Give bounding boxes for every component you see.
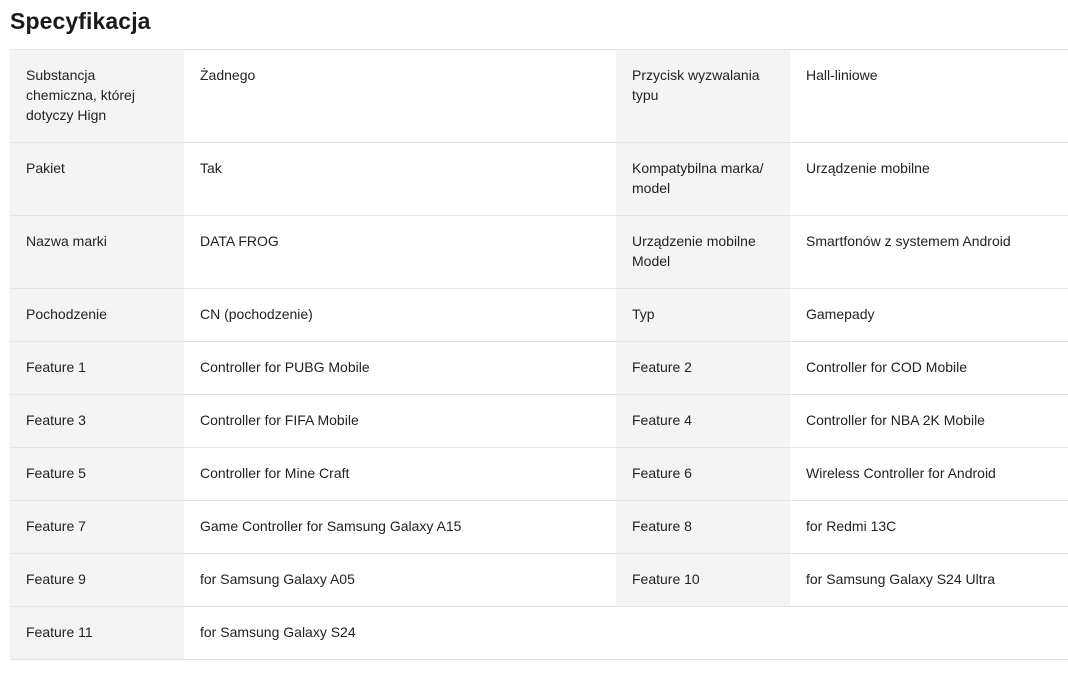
spec-value: Controller for Mine Craft bbox=[184, 447, 616, 501]
spec-key: Typ bbox=[616, 288, 790, 342]
page-title: Specyfikacja bbox=[10, 8, 151, 34]
spec-value: for Samsung Galaxy A05 bbox=[184, 553, 616, 607]
spec-value: Gamepady bbox=[790, 288, 1068, 342]
spec-value: Game Controller for Samsung Galaxy A15 bbox=[184, 500, 616, 554]
spec-key: Feature 8 bbox=[616, 500, 790, 554]
spec-key: Feature 4 bbox=[616, 394, 790, 448]
spec-value: Tak bbox=[184, 142, 616, 216]
spec-row: Substancja chemiczna, której dotyczy Hig… bbox=[10, 49, 1068, 143]
spec-key: Feature 2 bbox=[616, 341, 790, 395]
spec-row: Feature 1 Controller for PUBG Mobile Fea… bbox=[10, 341, 1068, 395]
spec-key: Przycisk wyzwalania typu bbox=[616, 49, 790, 143]
spec-row: Feature 9 for Samsung Galaxy A05 Feature… bbox=[10, 553, 1068, 607]
spec-row: Feature 5 Controller for Mine Craft Feat… bbox=[10, 447, 1068, 501]
spec-key: Feature 3 bbox=[10, 394, 184, 448]
spec-page: Specyfikacja Substancja chemiczna, które… bbox=[0, 0, 1068, 673]
spec-value: Controller for PUBG Mobile bbox=[184, 341, 616, 395]
spec-value: DATA FROG bbox=[184, 215, 616, 289]
spec-key: Substancja chemiczna, której dotyczy Hig… bbox=[10, 49, 184, 143]
spec-table: Substancja chemiczna, której dotyczy Hig… bbox=[10, 49, 1068, 660]
spec-value: for Redmi 13C bbox=[790, 500, 1068, 554]
spec-row: Pochodzenie CN (pochodzenie) Typ Gamepad… bbox=[10, 288, 1068, 342]
spec-empty-cell bbox=[616, 606, 790, 660]
spec-row: Feature 7 Game Controller for Samsung Ga… bbox=[10, 500, 1068, 554]
spec-key: Feature 6 bbox=[616, 447, 790, 501]
spec-value: for Samsung Galaxy S24 bbox=[184, 606, 616, 660]
spec-key: Urządzenie mobilne Model bbox=[616, 215, 790, 289]
spec-key: Pochodzenie bbox=[10, 288, 184, 342]
spec-empty-cell bbox=[790, 606, 1068, 660]
spec-row: Nazwa marki DATA FROG Urządzenie mobilne… bbox=[10, 215, 1068, 289]
spec-key: Feature 1 bbox=[10, 341, 184, 395]
spec-value: Żadnego bbox=[184, 49, 616, 143]
spec-value: Smartfonów z systemem Android bbox=[790, 215, 1068, 289]
spec-key: Feature 10 bbox=[616, 553, 790, 607]
spec-key: Kompatybilna marka/ model bbox=[616, 142, 790, 216]
spec-row: Feature 3 Controller for FIFA Mobile Fea… bbox=[10, 394, 1068, 448]
spec-row: Feature 11 for Samsung Galaxy S24 bbox=[10, 606, 1068, 660]
spec-value: Wireless Controller for Android bbox=[790, 447, 1068, 501]
spec-key: Feature 9 bbox=[10, 553, 184, 607]
spec-value: CN (pochodzenie) bbox=[184, 288, 616, 342]
spec-value: Controller for FIFA Mobile bbox=[184, 394, 616, 448]
spec-value: Controller for COD Mobile bbox=[790, 341, 1068, 395]
spec-key: Nazwa marki bbox=[10, 215, 184, 289]
spec-value: Urządzenie mobilne bbox=[790, 142, 1068, 216]
spec-key: Feature 5 bbox=[10, 447, 184, 501]
spec-key: Feature 11 bbox=[10, 606, 184, 660]
spec-key: Feature 7 bbox=[10, 500, 184, 554]
spec-key: Pakiet bbox=[10, 142, 184, 216]
spec-value: for Samsung Galaxy S24 Ultra bbox=[790, 553, 1068, 607]
spec-value: Controller for NBA 2K Mobile bbox=[790, 394, 1068, 448]
spec-value: Hall-liniowe bbox=[790, 49, 1068, 143]
spec-row: Pakiet Tak Kompatybilna marka/ model Urz… bbox=[10, 142, 1068, 216]
